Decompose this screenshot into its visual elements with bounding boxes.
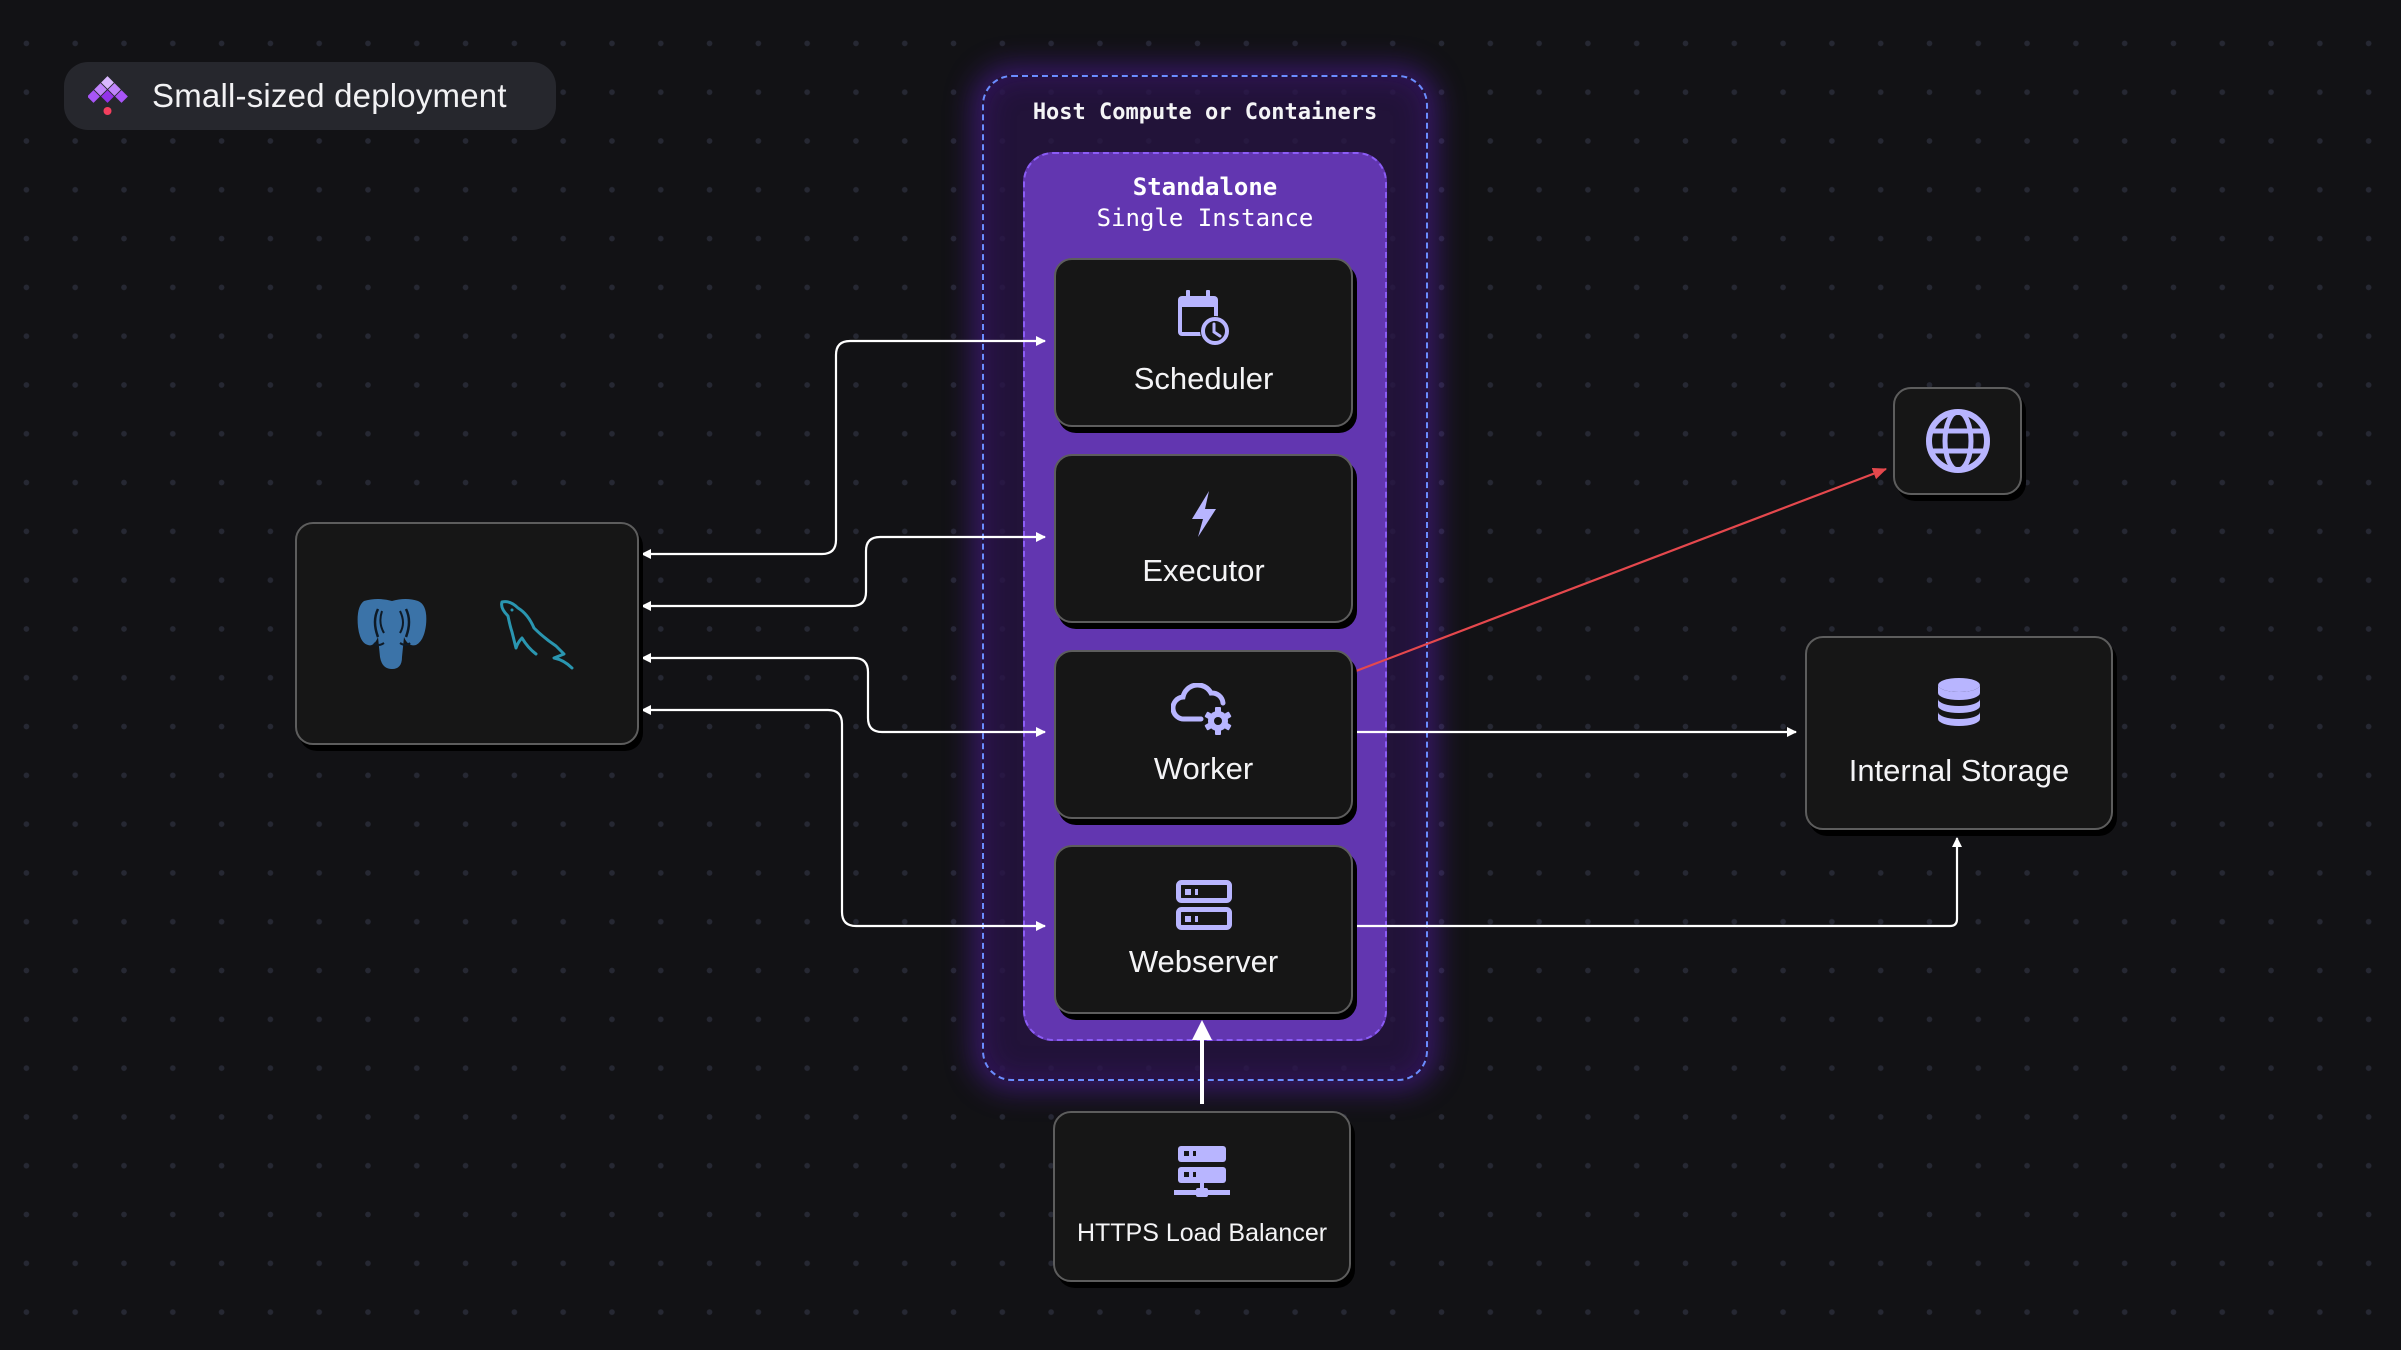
- executor-label: Executor: [1142, 552, 1265, 588]
- calendar-clock-icon: [1177, 289, 1231, 347]
- server-stack-icon: [1175, 879, 1232, 930]
- network-server-icon: [1174, 1145, 1230, 1201]
- worker-label: Worker: [1153, 750, 1254, 786]
- standalone-title: Standalone: [1132, 173, 1278, 201]
- link-worker-internet: [1355, 467, 1887, 673]
- postgresql-elephant-icon: [356, 597, 428, 671]
- mysql-dolphin-icon: [498, 598, 578, 670]
- standalone-title-block: Standalone Single Instance: [1023, 172, 1387, 234]
- diagram-title-badge: Small-sized deployment: [64, 62, 556, 130]
- worker-node[interactable]: Worker: [1054, 650, 1353, 819]
- webserver-label: Webserver: [1128, 943, 1279, 979]
- internal-storage-label: Internal Storage: [1848, 753, 2070, 788]
- diagram-title: Small-sized deployment: [152, 77, 507, 114]
- standalone-subtitle: Single Instance: [1096, 204, 1314, 232]
- https-load-balancer-node[interactable]: HTTPS Load Balancer: [1053, 1111, 1351, 1282]
- webserver-node[interactable]: Webserver: [1054, 845, 1353, 1014]
- metadata-database-node[interactable]: [295, 522, 639, 745]
- executor-node[interactable]: Executor: [1054, 454, 1353, 623]
- lightning-bolt-icon: [1189, 489, 1219, 539]
- scheduler-node[interactable]: Scheduler: [1054, 258, 1353, 427]
- globe-icon: [1925, 408, 1991, 474]
- internal-storage-node[interactable]: Internal Storage: [1805, 636, 2113, 830]
- load-balancer-label: HTTPS Load Balancer: [1076, 1219, 1328, 1247]
- internet-node[interactable]: [1893, 387, 2022, 495]
- deployment-logo-icon: [87, 76, 128, 116]
- scheduler-label: Scheduler: [1133, 360, 1274, 396]
- link-webserver-storage: [1356, 837, 1962, 928]
- database-cylinder-icon: [1936, 677, 1982, 727]
- host-compute-title: Host Compute or Containers: [1032, 100, 1378, 125]
- cloud-gear-icon: [1170, 682, 1237, 737]
